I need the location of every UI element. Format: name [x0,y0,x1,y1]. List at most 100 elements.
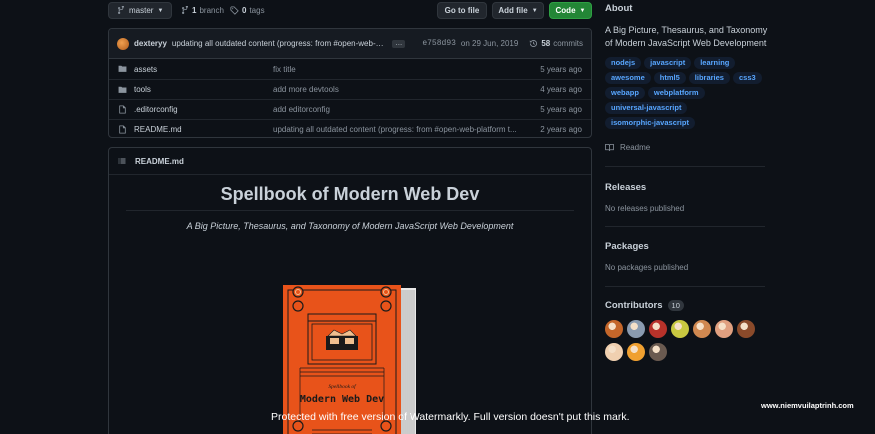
file-name[interactable]: .editorconfig [134,105,178,114]
packages-heading[interactable]: Packages [605,241,770,252]
file-row[interactable]: assets fix title 5 years ago [109,59,591,79]
file-age: 2 years ago [540,125,582,134]
file-name[interactable]: assets [134,65,157,74]
chevron-down-icon: ▼ [531,7,538,14]
site-watermark: www.niemvuilaptrinh.com [761,401,854,410]
chevron-down-icon: ▼ [157,7,164,14]
add-file-button[interactable]: Add file ▼ [492,2,544,19]
list-icon[interactable] [118,157,126,165]
commit-message[interactable]: updating all outdated content (progress:… [172,39,387,48]
topic-tag[interactable]: nodejs [605,57,642,69]
branch-count: 1 [192,6,197,15]
releases-heading[interactable]: Releases [605,182,770,193]
contributor-avatar[interactable] [605,320,623,338]
add-file-label: Add file [498,6,528,15]
go-to-file-label: Go to file [444,6,480,15]
commit-sha[interactable]: e758d93 [422,39,456,48]
watermark-text: Protected with free version of Watermark… [271,411,630,423]
tag-count: 0 [242,6,247,15]
branches-link[interactable]: 1 branch [181,6,224,15]
contributor-avatar[interactable] [627,320,645,338]
branch-icon [118,6,124,14]
file-commit-message[interactable]: add editorconfig [273,105,330,114]
contributor-avatar[interactable] [693,320,711,338]
releases-empty: No releases published [605,204,685,213]
tag-icon [230,6,239,15]
contributor-avatar[interactable] [649,320,667,338]
commit-count-label: commits [553,39,583,48]
expand-commit-button[interactable]: … [392,39,406,48]
tag-word: tags [249,6,265,15]
go-to-file-button[interactable]: Go to file [437,2,487,19]
file-row[interactable]: .editorconfig add editorconfig 5 years ago [109,99,591,119]
topic-tag[interactable]: learning [694,57,736,69]
file-row[interactable]: tools add more devtools 4 years ago [109,79,591,99]
readme-link[interactable]: Readme [605,143,770,152]
file-age: 4 years ago [540,85,582,94]
contributors-label: Contributors [605,300,663,311]
topic-tag[interactable]: universal-javascript [605,102,688,114]
contributor-avatar[interactable] [627,343,645,361]
divider [605,166,765,167]
divider [605,226,765,227]
tags-link[interactable]: 0 tags [230,6,265,15]
readme-subtitle: A Big Picture, Thesaurus, and Taxonomy o… [186,221,514,231]
file-browser: dexteryy updating all outdated content (… [108,28,592,138]
folder-icon [118,86,127,93]
file-icon [119,105,126,114]
file-commit-message[interactable]: updating all outdated content (progress:… [273,125,517,134]
contributors-heading[interactable]: Contributors 10 [605,300,770,311]
file-row[interactable]: README.md updating all outdated content (… [109,119,591,137]
chevron-down-icon: ▼ [579,7,586,14]
branch-name: master [129,6,154,15]
readme-header: README.md [109,148,591,175]
contributor-avatars [605,320,765,361]
readme-heading: Spellbook of Modern Web Dev [126,184,574,211]
packages-empty: No packages published [605,263,689,272]
code-button[interactable]: Code ▼ [549,2,592,19]
topic-tag[interactable]: html5 [653,72,686,84]
branch-icon [182,6,188,14]
contributor-avatar[interactable] [605,343,623,361]
contributor-avatar[interactable] [715,320,733,338]
about-heading: About [605,3,633,14]
branch-word: branch [199,6,224,15]
book-small-title: Spellbook of [328,383,357,390]
readme-panel: README.md Spellbook of Modern Web Dev A … [108,147,592,434]
commit-count: 58 [541,39,551,48]
commits-history-link[interactable]: 58 commits [529,39,583,48]
file-commit-message[interactable]: fix title [273,65,296,74]
topic-tag[interactable]: isomorphic-javascript [605,117,695,129]
history-icon [530,39,538,47]
divider [605,286,765,287]
avatar[interactable] [117,37,129,50]
readme-link-label: Readme [620,143,651,152]
topic-tag[interactable]: javascript [644,57,692,69]
file-age: 5 years ago [540,105,582,114]
file-age: 5 years ago [540,64,582,74]
topic-tag[interactable]: webapp [605,87,645,99]
contributor-avatar[interactable] [737,320,755,338]
topic-tag[interactable]: awesome [605,72,651,84]
topic-tag[interactable]: libraries [688,72,730,84]
commit-author[interactable]: dexteryy [134,39,167,48]
contributor-avatar[interactable] [649,343,667,361]
contributors-count: 10 [667,300,684,311]
latest-commit-bar: dexteryy updating all outdated content (… [109,29,591,59]
repo-page: master ▼ 1 branch 0 tags Go to file Add … [0,0,875,434]
branch-select-button[interactable]: master ▼ [108,2,172,19]
commit-date: on 29 Jun, 2019 [460,39,519,48]
topic-tag[interactable]: webplatform [647,87,705,99]
file-name[interactable]: tools [134,85,151,94]
file-commit-message[interactable]: add more devtools [273,85,339,94]
about-description: A Big Picture, Thesaurus, and Taxonomy o… [605,25,768,48]
code-label: Code [555,6,576,15]
topic-list: nodejs javascript learning awesome html5 libr… [605,57,770,129]
file-icon [119,125,126,134]
contributor-avatar[interactable] [671,320,689,338]
book-icon [605,144,614,151]
folder-icon [118,65,127,72]
file-name[interactable]: README.md [134,125,182,134]
book-title: Modern Web Dev [300,394,384,405]
topic-tag[interactable]: css3 [732,72,762,84]
